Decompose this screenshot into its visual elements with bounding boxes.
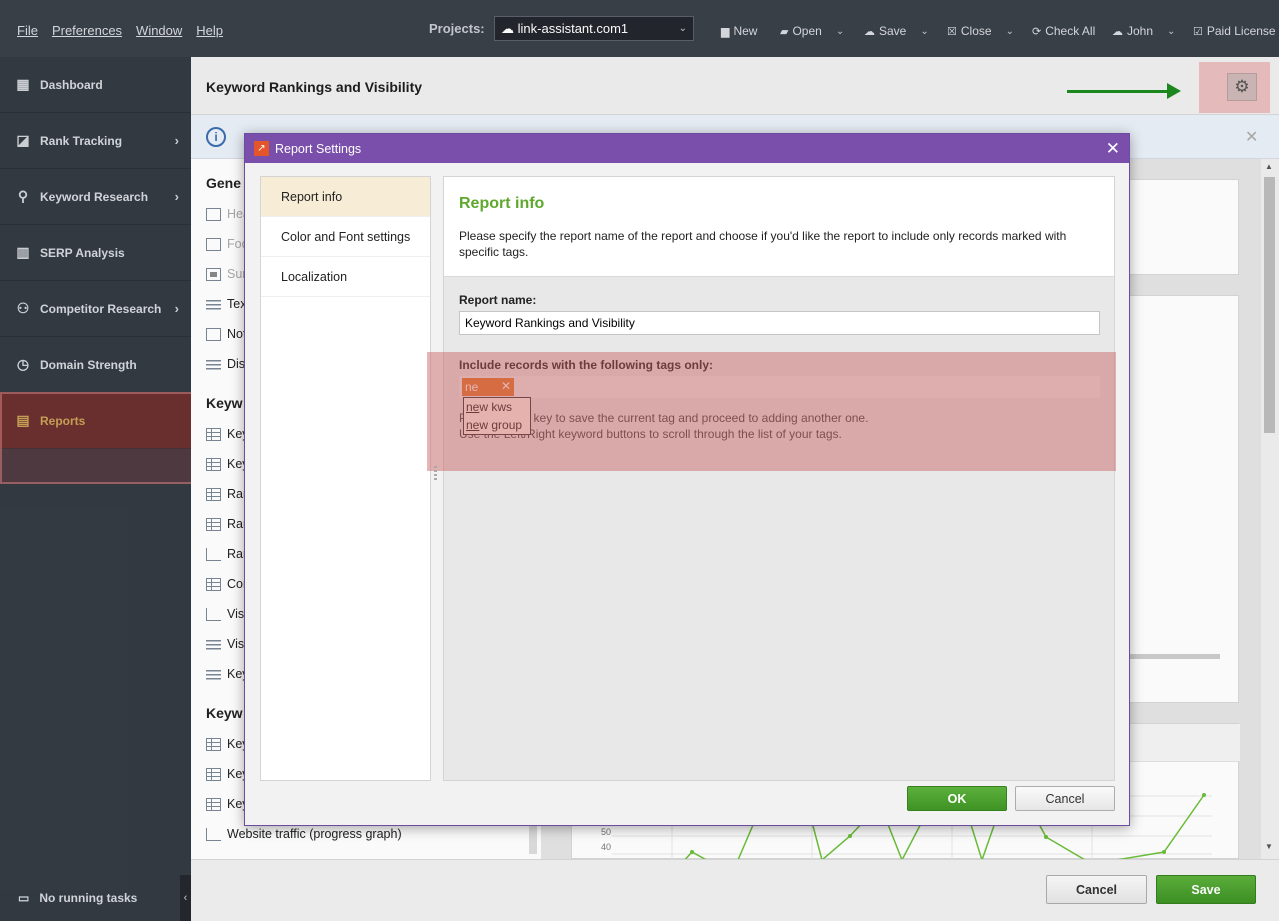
content-description: Please specify the report name of the re… — [459, 229, 1067, 259]
settings-content: Report info Please specify the report na… — [443, 176, 1115, 781]
ok-button[interactable]: OK — [907, 786, 1007, 811]
nav-color-font-settings[interactable]: Color and Font settings — [261, 217, 430, 257]
report-name-input[interactable] — [459, 311, 1100, 335]
report-settings-dialog: ↗ Report Settings ✕ Report info Color an… — [244, 133, 1130, 826]
dialog-title-bar: ↗ Report Settings ✕ — [245, 134, 1129, 163]
content-title: Report info — [459, 195, 545, 212]
highlight-overlay — [427, 352, 1116, 471]
settings-nav: Report info Color and Font settings Loca… — [260, 176, 431, 781]
dialog-title: Report Settings — [275, 141, 362, 156]
content-header: Report info Please specify the report na… — [444, 177, 1114, 277]
nav-localization[interactable]: Localization — [261, 257, 430, 297]
dialog-cancel-button[interactable]: Cancel — [1015, 786, 1115, 811]
resize-handle[interactable] — [434, 466, 437, 480]
report-name-label: Report name: — [459, 293, 537, 307]
report-app-icon: ↗ — [254, 141, 269, 156]
close-icon[interactable]: ✕ — [1106, 139, 1120, 159]
nav-report-info[interactable]: Report info — [261, 177, 430, 217]
